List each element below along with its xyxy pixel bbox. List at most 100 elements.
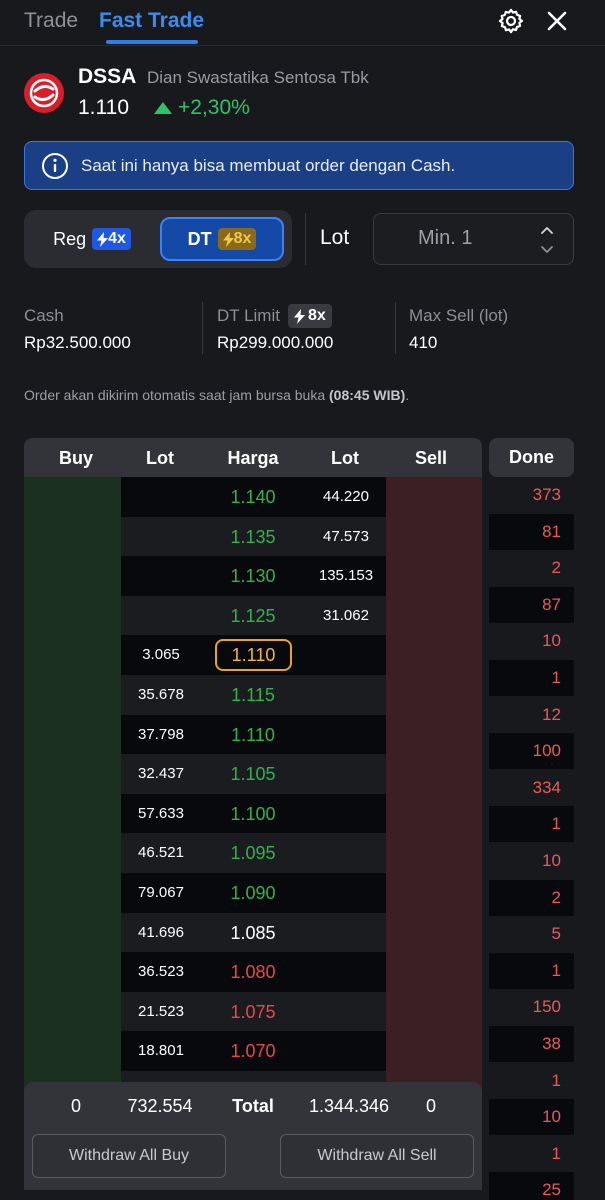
bid-lot bbox=[121, 477, 201, 517]
bid-lot: 46.521 bbox=[138, 844, 184, 862]
done-item: 2 bbox=[551, 558, 561, 578]
orderbook-row[interactable]: 32.437 1.105 bbox=[121, 754, 386, 795]
price-level[interactable]: 1.135 bbox=[214, 517, 292, 557]
price-level[interactable]: 1.115 bbox=[214, 675, 292, 715]
done-item: 5 bbox=[551, 924, 561, 944]
orderbook-row[interactable]: 18.801 1.070 bbox=[121, 1031, 386, 1072]
bid-lot: 57.633 bbox=[138, 804, 184, 822]
done-item: 1 bbox=[489, 660, 574, 696]
arrow-up-icon bbox=[154, 102, 172, 114]
offer-lot bbox=[301, 794, 386, 834]
price-level[interactable]: 1.125 bbox=[214, 596, 292, 636]
bid-lot: 79.067 bbox=[138, 884, 184, 901]
orderbook-footer: 0 732.554 Total 1.344.346 0 Withdraw All… bbox=[24, 1082, 482, 1190]
bid-lot: 35.678 bbox=[138, 686, 184, 703]
orderbook-row[interactable]: 41.696 1.085 bbox=[121, 912, 386, 953]
total-offer-lot: 1.344.346 bbox=[308, 1096, 390, 1116]
mode-reg-button[interactable]: Reg 4x bbox=[32, 217, 152, 261]
buy-column[interactable] bbox=[24, 477, 121, 1097]
total-bid-lot: 732.554 bbox=[127, 1096, 193, 1116]
info-icon bbox=[42, 152, 68, 179]
price-change: +2,30% bbox=[154, 96, 250, 120]
price-level[interactable]: 1.130 bbox=[214, 556, 292, 596]
done-item: 1 bbox=[489, 806, 574, 843]
max-sell-value: 410 bbox=[409, 333, 438, 352]
done-item: 1 bbox=[551, 1143, 561, 1163]
stock-ticker: DSSA bbox=[78, 65, 137, 88]
price-level[interactable]: 1.110 bbox=[215, 639, 292, 672]
lot-input-placeholder: Min. 1 bbox=[418, 227, 473, 249]
order-mode-toggle: Reg 4x DT 8x bbox=[24, 210, 292, 268]
price-level[interactable]: 1.095 bbox=[214, 833, 292, 873]
total-buy: 0 bbox=[70, 1096, 82, 1116]
price-level[interactable]: 1.085 bbox=[214, 913, 292, 953]
stepper-icon[interactable] bbox=[539, 222, 555, 258]
max-sell-label: Max Sell (lot) bbox=[409, 306, 509, 325]
orderbook-row[interactable]: 37.798 1.110 bbox=[121, 714, 386, 755]
orderbook-row[interactable]: 36.523 1.080 bbox=[121, 952, 386, 993]
price-level[interactable]: 1.080 bbox=[214, 952, 292, 992]
offer-lot: 135.153 bbox=[318, 567, 374, 585]
bid-lot: 21.523 bbox=[138, 1002, 184, 1020]
orderbook-row[interactable]: 1.125 31.062 bbox=[121, 595, 386, 636]
orderbook-row[interactable]: 1.140 44.220 bbox=[121, 477, 386, 517]
bid-lot: 41.696 bbox=[138, 923, 184, 941]
orderbook-row[interactable]: 1.135 47.573 bbox=[121, 516, 386, 557]
bid-lot bbox=[121, 517, 201, 557]
mode-reg-label: Reg bbox=[53, 228, 87, 249]
withdraw-all-sell-button[interactable]: Withdraw All Sell bbox=[280, 1134, 474, 1178]
bid-lot bbox=[121, 596, 201, 636]
offer-lot bbox=[301, 992, 386, 1032]
col-buy: Buy bbox=[58, 448, 94, 468]
orderbook-header: Buy Lot Harga Lot Sell bbox=[24, 438, 482, 477]
orderbook-row[interactable]: 46.521 1.095 bbox=[121, 833, 386, 874]
offer-lot bbox=[301, 913, 386, 953]
offer-lot bbox=[301, 873, 386, 913]
bid-lot: 36.523 bbox=[138, 963, 184, 981]
lightning-icon bbox=[293, 308, 305, 324]
lightning-icon bbox=[222, 231, 234, 247]
tab-trade[interactable]: Trade bbox=[24, 9, 78, 33]
offer-lot bbox=[301, 635, 386, 675]
divider bbox=[395, 302, 396, 354]
price-change-value: +2,30% bbox=[178, 96, 250, 119]
lot-input[interactable]: Min. 1 bbox=[373, 213, 574, 265]
sell-column[interactable] bbox=[386, 477, 482, 1097]
done-item: 334 bbox=[532, 777, 561, 797]
orderbook-row[interactable]: 57.633 1.100 bbox=[121, 793, 386, 834]
close-icon[interactable] bbox=[542, 6, 572, 36]
done-item: 2 bbox=[489, 879, 574, 916]
orderbook-row[interactable]: 21.523 1.075 bbox=[121, 991, 386, 1032]
gear-icon[interactable] bbox=[496, 6, 526, 36]
done-item: 373 bbox=[532, 485, 561, 504]
done-item: 10 bbox=[489, 1099, 574, 1136]
done-item: 1 bbox=[551, 1070, 561, 1090]
col-bid-lot: Lot bbox=[146, 448, 174, 468]
price-level[interactable]: 1.100 bbox=[214, 794, 292, 834]
header: Trade Fast Trade bbox=[0, 0, 605, 46]
dt-multiplier-badge: 8x bbox=[217, 228, 257, 250]
done-list: 373 81 2 87 10 1 12 100 334 1 10 2 5 1 150 38 1 10 1 25 bbox=[489, 477, 574, 1200]
price-level[interactable]: 1.070 bbox=[214, 1031, 292, 1071]
cash-label: Cash bbox=[24, 306, 64, 325]
dt-limit-value: Rp299.000.000 bbox=[217, 333, 334, 352]
orderbook-row[interactable]: 79.067 1.090 bbox=[121, 873, 386, 913]
orderbook-row[interactable]: 1.130 135.153 bbox=[121, 556, 386, 597]
withdraw-all-buy-button[interactable]: Withdraw All Buy bbox=[32, 1134, 226, 1178]
orderbook-row[interactable]: 35.678 1.115 bbox=[121, 675, 386, 715]
price-level[interactable]: 1.090 bbox=[214, 873, 292, 913]
price-level[interactable]: 1.105 bbox=[214, 754, 292, 794]
tab-fast-trade[interactable]: Fast Trade bbox=[99, 9, 204, 33]
orderbook-row[interactable]: 3.065 1.110 bbox=[121, 635, 386, 676]
offer-lot bbox=[301, 1031, 386, 1071]
offer-lot: 31.062 bbox=[323, 606, 369, 624]
price-level[interactable]: 1.140 bbox=[214, 477, 292, 517]
order-note: Order akan dikirim otomatis saat jam bur… bbox=[24, 387, 410, 403]
bid-lot: 18.801 bbox=[138, 1042, 184, 1060]
offer-lot bbox=[301, 675, 386, 715]
price-level[interactable]: 1.075 bbox=[214, 992, 292, 1032]
price-level[interactable]: 1.110 bbox=[214, 715, 292, 755]
divider bbox=[305, 213, 306, 265]
reg-multiplier-badge: 4x bbox=[92, 228, 131, 250]
mode-dt-button[interactable]: DT 8x bbox=[160, 217, 284, 261]
